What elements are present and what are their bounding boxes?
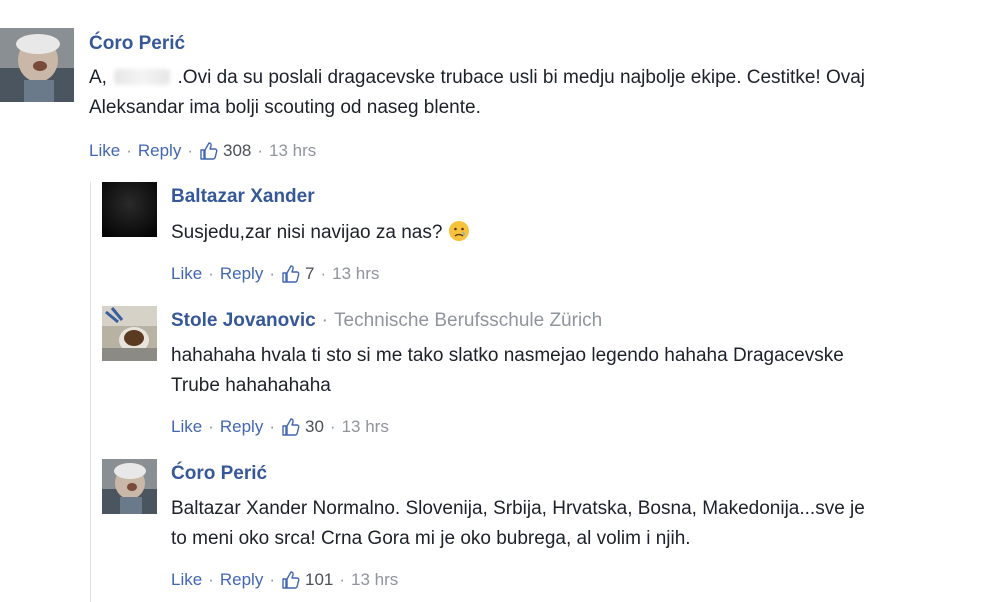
redacted-name	[114, 69, 171, 85]
avatar[interactable]	[102, 182, 157, 237]
reply-link[interactable]: Reply	[220, 417, 263, 437]
avatar[interactable]	[0, 28, 74, 102]
separator: ·	[269, 417, 275, 436]
separator: ·	[208, 417, 214, 436]
comment-author-name[interactable]: Stole Jovanovic	[171, 310, 316, 331]
thumbs-up-icon[interactable]	[281, 417, 301, 437]
comment-text: A, .Ovi da su poslali dragacevske trubac…	[89, 63, 989, 123]
like-count[interactable]: 30	[305, 417, 324, 437]
separator: ·	[320, 264, 327, 283]
reply-link[interactable]: Reply	[220, 570, 263, 590]
like-link[interactable]: Like	[89, 141, 120, 161]
comment-actions: Like · Reply · 308 · 13 hrs	[89, 141, 316, 161]
comment-text-line1: Baltazar Xander Normalno. Slovenija, Srb…	[171, 498, 865, 519]
author-affiliation[interactable]: Technische Berufsschule Zürich	[334, 310, 602, 331]
like-link[interactable]: Like	[171, 570, 202, 590]
thumbs-up-icon[interactable]	[199, 141, 219, 161]
comment-text-line2: to meni oko srca! Crna Gora mi je oko bu…	[171, 528, 691, 549]
like-link[interactable]: Like	[171, 264, 202, 284]
comment-actions: Like · Reply · 30 · 13 hrs	[171, 417, 389, 437]
separator: ·	[269, 264, 275, 283]
comment-text-start: A,	[89, 67, 113, 88]
like-count[interactable]: 7	[305, 264, 314, 284]
separator: ·	[126, 141, 132, 160]
comment-author[interactable]: Ćoro Perić	[89, 33, 185, 55]
like-count[interactable]: 101	[305, 570, 333, 590]
thumbs-up-icon[interactable]	[281, 570, 301, 590]
comment-text-line2: Aleksandar ima bolji scouting od naseg b…	[89, 97, 481, 118]
separator: ·	[257, 141, 264, 160]
separator: ·	[329, 417, 336, 436]
reply-link[interactable]: Reply	[138, 141, 181, 161]
avatar[interactable]	[102, 306, 157, 361]
reply-link[interactable]: Reply	[220, 264, 263, 284]
separator: ·	[269, 570, 275, 589]
comment-text-line1: hahahaha hvala ti sto si me tako slatko …	[171, 345, 844, 366]
comment-author[interactable]: Ćoro Perić	[171, 463, 267, 485]
separator: ·	[339, 570, 346, 589]
comment-actions: Like · Reply · 7 · 13 hrs	[171, 264, 379, 284]
separator: ·	[208, 570, 214, 589]
timestamp[interactable]: 13 hrs	[351, 570, 398, 590]
comment-author: Stole Jovanovic · Technische Berufsschule …	[171, 310, 602, 332]
timestamp[interactable]: 13 hrs	[269, 141, 316, 161]
like-count[interactable]: 308	[223, 141, 251, 161]
timestamp[interactable]: 13 hrs	[332, 264, 379, 284]
comment-actions: Like · Reply · 101 · 13 hrs	[171, 570, 398, 590]
comment-author[interactable]: Baltazar Xander	[171, 186, 315, 208]
worried-face-icon	[448, 221, 469, 241]
separator: ·	[187, 141, 193, 160]
separator: ·	[208, 264, 214, 283]
thumbs-up-icon[interactable]	[281, 264, 301, 284]
timestamp[interactable]: 13 hrs	[342, 417, 389, 437]
reply-thread-line	[90, 182, 91, 602]
comment-text: Susjedu,zar nisi navijao za nas?	[171, 218, 470, 248]
comment-text-line2: Trube hahahahaha	[171, 375, 331, 396]
comment-text: hahahaha hvala ti sto si me tako slatko …	[171, 341, 991, 401]
like-link[interactable]: Like	[171, 417, 202, 437]
comment-text-body: Susjedu,zar nisi navijao za nas?	[171, 222, 443, 243]
separator: ·	[321, 310, 328, 331]
comment-text: Baltazar Xander Normalno. Slovenija, Srb…	[171, 494, 991, 554]
avatar[interactable]	[102, 459, 157, 514]
comment-text-rest: .Ovi da su poslali dragacevske trubace u…	[172, 67, 866, 88]
